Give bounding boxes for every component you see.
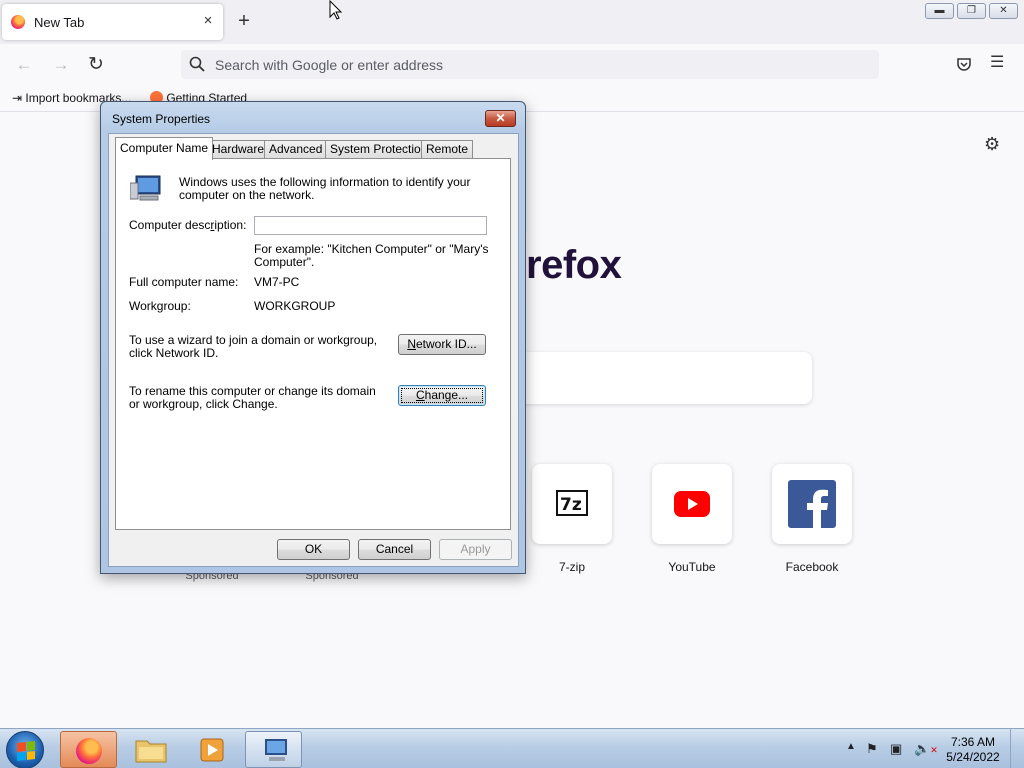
- tab-advanced[interactable]: Advanced: [264, 140, 328, 159]
- taskbar-system-properties[interactable]: [245, 731, 302, 768]
- address-placeholder: Search with Google or enter address: [215, 57, 444, 73]
- ok-button[interactable]: OK: [277, 539, 350, 560]
- import-icon: ⇥: [12, 91, 23, 105]
- browser-tab-bar: New Tab × + ▬ ❐ ✕: [0, 0, 1024, 44]
- computer-icon: [130, 175, 161, 201]
- network-id-button[interactable]: Network ID...: [398, 334, 486, 355]
- window-close-button[interactable]: ✕: [989, 3, 1018, 19]
- apply-button[interactable]: Apply: [439, 539, 512, 560]
- minimize-button[interactable]: ▬: [925, 3, 954, 19]
- show-hidden-icons[interactable]: ▲: [846, 741, 856, 752]
- description-example: For example: "Kitchen Computer" or "Mary…: [254, 242, 489, 269]
- workgroup-label: Workgroup:: [129, 299, 191, 313]
- start-button[interactable]: [6, 731, 44, 768]
- tab-new-tab[interactable]: New Tab ×: [2, 4, 223, 40]
- description-label: Computer description:: [129, 218, 247, 232]
- computer-description-input[interactable]: [254, 216, 487, 235]
- shortcut-facebook[interactable]: Facebook: [772, 464, 852, 574]
- computer-icon: [265, 739, 287, 761]
- shortcut-7zip[interactable]: 7z 7-zip: [532, 464, 612, 574]
- clock-time: 7:36 AM: [950, 735, 996, 749]
- address-bar[interactable]: Search with Google or enter address: [181, 50, 879, 79]
- cancel-button[interactable]: Cancel: [358, 539, 431, 560]
- full-name-label: Full computer name:: [129, 275, 239, 289]
- taskbar: ▲ ⚑ ▣ 🔈✕ 7:36 AM 5/24/2022: [0, 728, 1024, 768]
- change-button[interactable]: Change...: [398, 385, 486, 406]
- system-properties-dialog: System Properties ✕ Computer Name Hardwa…: [100, 101, 526, 574]
- mouse-cursor-icon: [329, 0, 343, 20]
- taskbar-firefox[interactable]: [60, 731, 117, 768]
- volume-muted-icon[interactable]: 🔈✕: [914, 741, 938, 757]
- tab-system-protection[interactable]: System Protection: [325, 140, 433, 159]
- network-icon[interactable]: ▣: [890, 741, 902, 757]
- shortcut-youtube[interactable]: YouTube: [652, 464, 732, 574]
- tab-close-icon[interactable]: ×: [199, 12, 217, 30]
- svg-text:7z: 7z: [560, 495, 582, 515]
- menu-icon[interactable]: ☰: [990, 54, 1008, 72]
- clock-date: 5/24/2022: [946, 750, 1000, 764]
- 7zip-icon: 7z: [556, 490, 588, 516]
- facebook-icon: [788, 480, 836, 528]
- windows-logo-icon: [17, 741, 35, 761]
- shortcut-tile[interactable]: [772, 464, 852, 544]
- computer-name-panel: Windows uses the following information t…: [115, 158, 511, 530]
- rename-text: To rename this computer or change its do…: [129, 384, 376, 411]
- shortcut-label: 7-zip: [558, 560, 585, 574]
- forward-icon[interactable]: →: [49, 54, 73, 76]
- new-tab-button[interactable]: +: [233, 10, 255, 32]
- search-icon: [189, 56, 205, 72]
- shortcut-label: Facebook: [785, 560, 839, 574]
- restore-button[interactable]: ❐: [957, 3, 986, 19]
- dialog-close-button[interactable]: ✕: [485, 110, 516, 127]
- tab-title: New Tab: [34, 15, 85, 30]
- intro-text: Windows uses the following information t…: [179, 175, 471, 202]
- clock[interactable]: 7:36 AM 5/24/2022: [943, 735, 1003, 765]
- firefox-tab-icon: [11, 15, 25, 29]
- workgroup-value: WORKGROUP: [254, 299, 336, 313]
- back-icon[interactable]: ←: [12, 54, 36, 76]
- youtube-icon: [674, 491, 710, 517]
- show-desktop-button[interactable]: [1010, 729, 1024, 768]
- shortcut-tile[interactable]: 7z: [532, 464, 612, 544]
- action-center-flag-icon[interactable]: ⚑: [866, 741, 878, 757]
- taskbar-media-player[interactable]: [183, 731, 240, 768]
- folder-icon: [135, 740, 167, 763]
- firefox-wordmark: refox: [526, 243, 622, 287]
- media-player-icon: [200, 738, 224, 762]
- network-id-text: To use a wizard to join a domain or work…: [129, 333, 378, 360]
- firefox-icon: [76, 738, 102, 764]
- full-name-value: VM7-PC: [254, 275, 300, 289]
- gear-icon[interactable]: ⚙: [984, 135, 1002, 153]
- reload-icon[interactable]: ↻: [84, 54, 108, 76]
- tab-remote[interactable]: Remote: [421, 140, 474, 159]
- taskbar-explorer[interactable]: [122, 731, 179, 768]
- dialog-body: Computer Name Hardware Advanced System P…: [108, 133, 519, 567]
- tab-hardware[interactable]: Hardware: [207, 140, 270, 159]
- shortcut-tile[interactable]: [652, 464, 732, 544]
- pocket-icon[interactable]: [956, 56, 972, 72]
- shortcut-label: YouTube: [668, 560, 716, 574]
- tab-computer-name[interactable]: Computer Name: [115, 137, 214, 160]
- dialog-title: System Properties: [112, 112, 211, 126]
